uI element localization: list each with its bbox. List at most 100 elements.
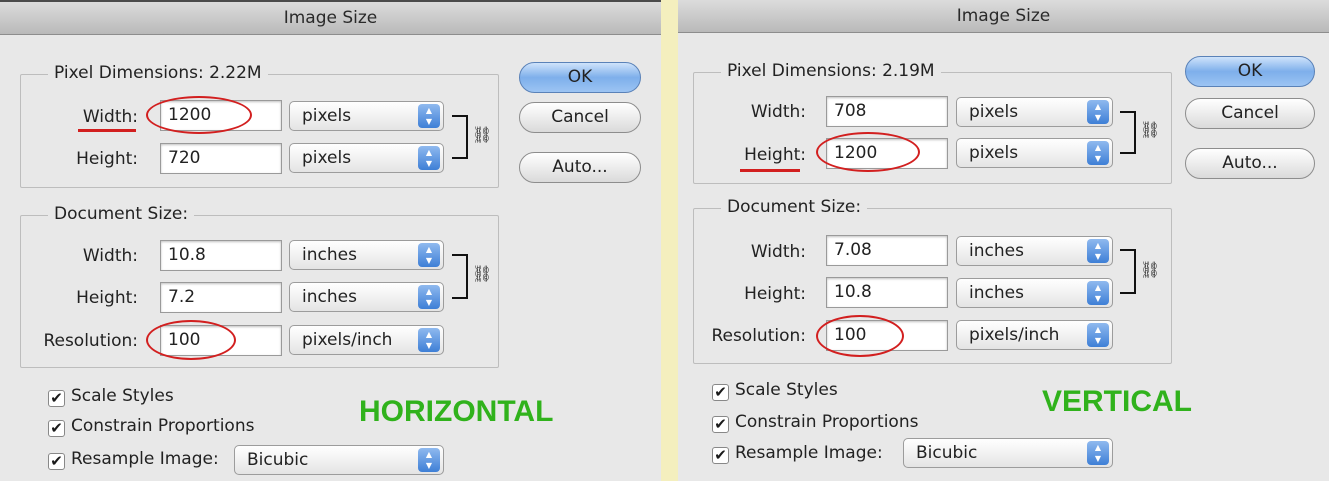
doc-height-label: Height:: [76, 288, 138, 308]
pixel-width-unit-label: pixels: [969, 102, 1019, 122]
checkmark-icon: ✔: [48, 390, 65, 407]
resolution-unit-label: pixels/inch: [302, 330, 393, 350]
up-down-arrows-icon: ▲ ▼: [1087, 141, 1109, 165]
scale-styles-checkbox[interactable]: ✔ Scale Styles: [48, 386, 174, 407]
up-down-arrows-icon: ▲ ▼: [418, 104, 440, 128]
resample-method-label: Bicubic: [247, 450, 309, 470]
pixel-width-label: Width:: [750, 102, 806, 122]
up-down-arrows-icon: ▲ ▼: [418, 285, 440, 309]
pixel-height-unit-label: pixels: [302, 148, 352, 168]
constrain-bracket: [1120, 249, 1136, 294]
doc-width-unit-label: inches: [969, 241, 1024, 261]
doc-height-unit-select[interactable]: inches ▲ ▼: [289, 282, 444, 312]
pixel-height-field[interactable]: 720: [160, 143, 282, 174]
cancel-button[interactable]: Cancel: [1185, 98, 1315, 129]
up-down-arrows-icon: ▲ ▼: [418, 328, 440, 352]
chain-link-icon: ⛓: [1140, 120, 1161, 139]
chain-link-icon: ⛓: [472, 264, 493, 283]
checkmark-icon: ✔: [712, 416, 729, 433]
up-down-arrows-icon: ▲ ▼: [1087, 441, 1109, 465]
resolution-label: Resolution:: [711, 326, 806, 346]
dialog-title: Image Size: [678, 0, 1329, 33]
up-down-arrows-icon: ▲ ▼: [1087, 100, 1109, 124]
resample-image-checkbox[interactable]: ✔ Resample Image:: [712, 443, 883, 464]
doc-width-unit-label: inches: [302, 245, 357, 265]
constrain-proportions-label: Constrain Proportions: [71, 416, 255, 436]
doc-height-label: Height:: [744, 284, 806, 304]
up-down-arrows-icon: ▲ ▼: [1087, 323, 1109, 347]
doc-height-field[interactable]: 7.2: [160, 282, 282, 313]
up-down-arrows-icon: ▲ ▼: [1087, 239, 1109, 263]
orientation-annotation: VERTICAL: [1042, 385, 1192, 418]
resolution-label: Resolution:: [43, 331, 138, 351]
pixel-height-label: Height:: [76, 149, 138, 169]
divider-strip: [661, 0, 678, 481]
pixel-height-unit-select[interactable]: pixels ▲ ▼: [956, 138, 1113, 168]
resolution-unit-select[interactable]: pixels/inch ▲ ▼: [956, 320, 1113, 350]
pixel-width-unit-select[interactable]: pixels ▲ ▼: [956, 97, 1113, 127]
pixel-dimensions-legend: Pixel Dimensions: 2.22M: [48, 63, 268, 83]
pixel-dimensions-legend: Pixel Dimensions: 2.19M: [721, 61, 941, 81]
highlight-underline-height: [740, 169, 800, 172]
chain-link-icon: ⛓: [472, 125, 493, 144]
checkmark-icon: ✔: [48, 420, 65, 437]
highlight-circle-resolution: [816, 315, 904, 357]
resample-method-select[interactable]: Bicubic ▲ ▼: [234, 445, 444, 475]
doc-height-unit-select[interactable]: inches ▲ ▼: [956, 278, 1113, 308]
pixel-width-unit-select[interactable]: pixels ▲ ▼: [289, 101, 444, 131]
constrain-proportions-label: Constrain Proportions: [735, 412, 919, 432]
doc-width-label: Width:: [82, 246, 138, 266]
constrain-proportions-checkbox[interactable]: ✔ Constrain Proportions: [712, 412, 919, 433]
constrain-proportions-checkbox[interactable]: ✔ Constrain Proportions: [48, 416, 255, 437]
resample-image-label: Resample Image:: [735, 443, 883, 463]
doc-width-field[interactable]: 7.08: [826, 235, 948, 266]
constrain-bracket: [1120, 111, 1136, 154]
scale-styles-label: Scale Styles: [71, 386, 174, 406]
constrain-bracket: [452, 115, 468, 159]
constrain-bracket: [452, 254, 468, 299]
auto-button[interactable]: Auto...: [519, 152, 641, 183]
resolution-unit-label: pixels/inch: [969, 325, 1060, 345]
highlight-circle-width: [146, 96, 252, 134]
checkmark-icon: ✔: [712, 384, 729, 401]
scale-styles-checkbox[interactable]: ✔ Scale Styles: [712, 380, 838, 401]
resample-method-select[interactable]: Bicubic ▲ ▼: [903, 438, 1113, 468]
checkmark-icon: ✔: [48, 453, 65, 470]
doc-height-field[interactable]: 10.8: [826, 277, 948, 308]
doc-width-label: Width:: [750, 242, 806, 262]
scale-styles-label: Scale Styles: [735, 380, 838, 400]
document-size-legend: Document Size:: [721, 197, 868, 217]
pixel-height-unit-label: pixels: [969, 143, 1019, 163]
doc-width-field[interactable]: 10.8: [160, 240, 282, 271]
cancel-button[interactable]: Cancel: [519, 102, 641, 133]
highlight-circle-height: [816, 132, 920, 172]
doc-height-unit-label: inches: [302, 287, 357, 307]
highlight-underline-width: [78, 129, 136, 132]
resolution-unit-select[interactable]: pixels/inch ▲ ▼: [289, 325, 444, 355]
image-size-dialog-right: Image Size Pixel Dimensions: 2.19M Width…: [678, 0, 1329, 481]
auto-button[interactable]: Auto...: [1185, 148, 1315, 179]
ok-button[interactable]: OK: [1185, 56, 1315, 87]
resample-image-checkbox[interactable]: ✔ Resample Image:: [48, 449, 219, 470]
pixel-width-field[interactable]: 708: [826, 96, 948, 127]
doc-height-unit-label: inches: [969, 283, 1024, 303]
dialog-title: Image Size: [0, 2, 661, 35]
doc-width-unit-select[interactable]: inches ▲ ▼: [289, 240, 444, 270]
highlight-circle-resolution: [146, 320, 236, 360]
up-down-arrows-icon: ▲ ▼: [1087, 281, 1109, 305]
resample-method-label: Bicubic: [916, 443, 978, 463]
pixel-width-unit-label: pixels: [302, 106, 352, 126]
up-down-arrows-icon: ▲ ▼: [418, 448, 440, 472]
ok-button[interactable]: OK: [519, 62, 641, 93]
checkmark-icon: ✔: [712, 447, 729, 464]
resample-image-label: Resample Image:: [71, 449, 219, 469]
up-down-arrows-icon: ▲ ▼: [418, 243, 440, 267]
up-down-arrows-icon: ▲ ▼: [418, 146, 440, 170]
doc-width-unit-select[interactable]: inches ▲ ▼: [956, 236, 1113, 266]
pixel-height-label: Height:: [744, 145, 806, 165]
orientation-annotation: HORIZONTAL: [359, 395, 554, 428]
image-size-dialog-left: Image Size Pixel Dimensions: 2.22M Width…: [0, 0, 661, 481]
document-size-legend: Document Size:: [48, 204, 195, 224]
chain-link-icon: ⛓: [1140, 260, 1161, 279]
pixel-height-unit-select[interactable]: pixels ▲ ▼: [289, 143, 444, 173]
